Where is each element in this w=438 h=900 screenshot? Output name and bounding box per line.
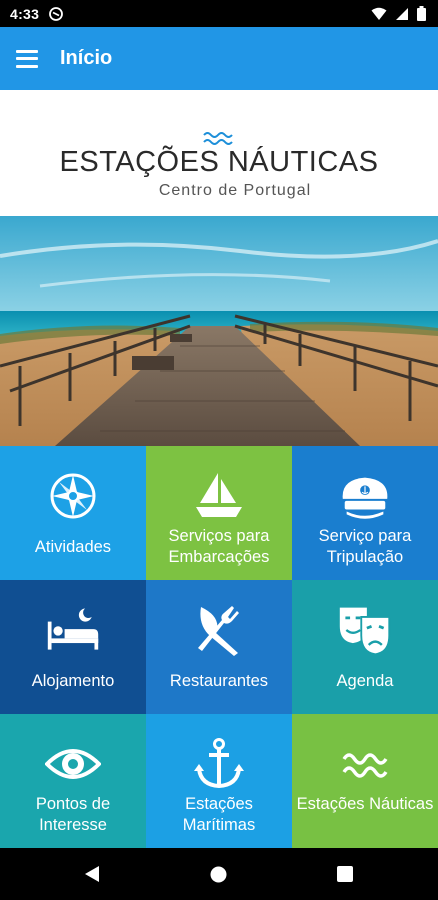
tile-estacoes-nauticas[interactable]: Estações Náuticas: [292, 714, 438, 848]
do-not-disturb-icon: [49, 6, 64, 21]
waves-logo-icon: [203, 132, 233, 145]
tile-pontos-interesse[interactable]: Pontos de Interesse: [0, 714, 146, 848]
theater-masks-icon: [337, 602, 393, 658]
sailboat-icon: [191, 468, 247, 524]
app-bar: Início: [0, 27, 438, 90]
compass-icon: [45, 468, 101, 524]
status-bar: 4:33: [0, 0, 438, 27]
tile-servicos-embarcacoes[interactable]: Serviços para Embarcações: [146, 446, 292, 580]
menu-icon[interactable]: [16, 49, 38, 68]
tile-agenda[interactable]: Agenda: [292, 580, 438, 714]
tile-label: Restaurantes: [169, 672, 269, 690]
logo-subtitle: Centro de Portugal: [158, 182, 312, 199]
tile-servico-tripulacao[interactable]: Serviço para Tripulação: [292, 446, 438, 580]
bed-icon: [45, 602, 101, 658]
eye-icon: [45, 736, 101, 792]
tile-alojamento[interactable]: Alojamento: [0, 580, 146, 714]
logo-title: ESTAÇÕES NÁUTICAS: [59, 146, 379, 178]
tile-label: Serviços para Embarcações: [168, 527, 270, 566]
waves-icon: [337, 736, 393, 792]
recents-icon[interactable]: [337, 866, 353, 882]
tile-label: Estações Marítimas: [182, 795, 256, 834]
tile-label: Estações Náuticas: [296, 795, 434, 813]
logo-banner: ESTAÇÕES NÁUTICAS Centro de Portugal: [0, 90, 438, 216]
tile-label: Atividades: [34, 538, 112, 556]
status-time: 4:33: [10, 5, 40, 22]
tile-restaurantes[interactable]: Restaurantes: [146, 580, 292, 714]
anchor-icon: [191, 736, 247, 792]
back-icon[interactable]: [84, 865, 100, 883]
page-title: Início: [60, 47, 113, 69]
battery-icon: [417, 6, 426, 21]
tile-label: Agenda: [336, 672, 394, 690]
captain-hat-icon: [337, 468, 393, 524]
tile-label: Alojamento: [31, 672, 115, 690]
fork-knife-icon: [191, 602, 247, 658]
tile-estacoes-maritimas[interactable]: Estações Marítimas: [146, 714, 292, 848]
menu-grid: Atividades Serviços para Embarcações Ser…: [0, 446, 438, 848]
tile-label: Serviço para Tripulação: [318, 527, 412, 566]
wifi-icon: [371, 7, 387, 20]
cell-signal-icon: [396, 7, 408, 20]
home-icon[interactable]: [210, 866, 227, 883]
system-nav-bar: [0, 848, 438, 900]
tile-label: Pontos de Interesse: [35, 795, 111, 834]
tile-atividades[interactable]: Atividades: [0, 446, 146, 580]
hero-image: [0, 216, 438, 446]
